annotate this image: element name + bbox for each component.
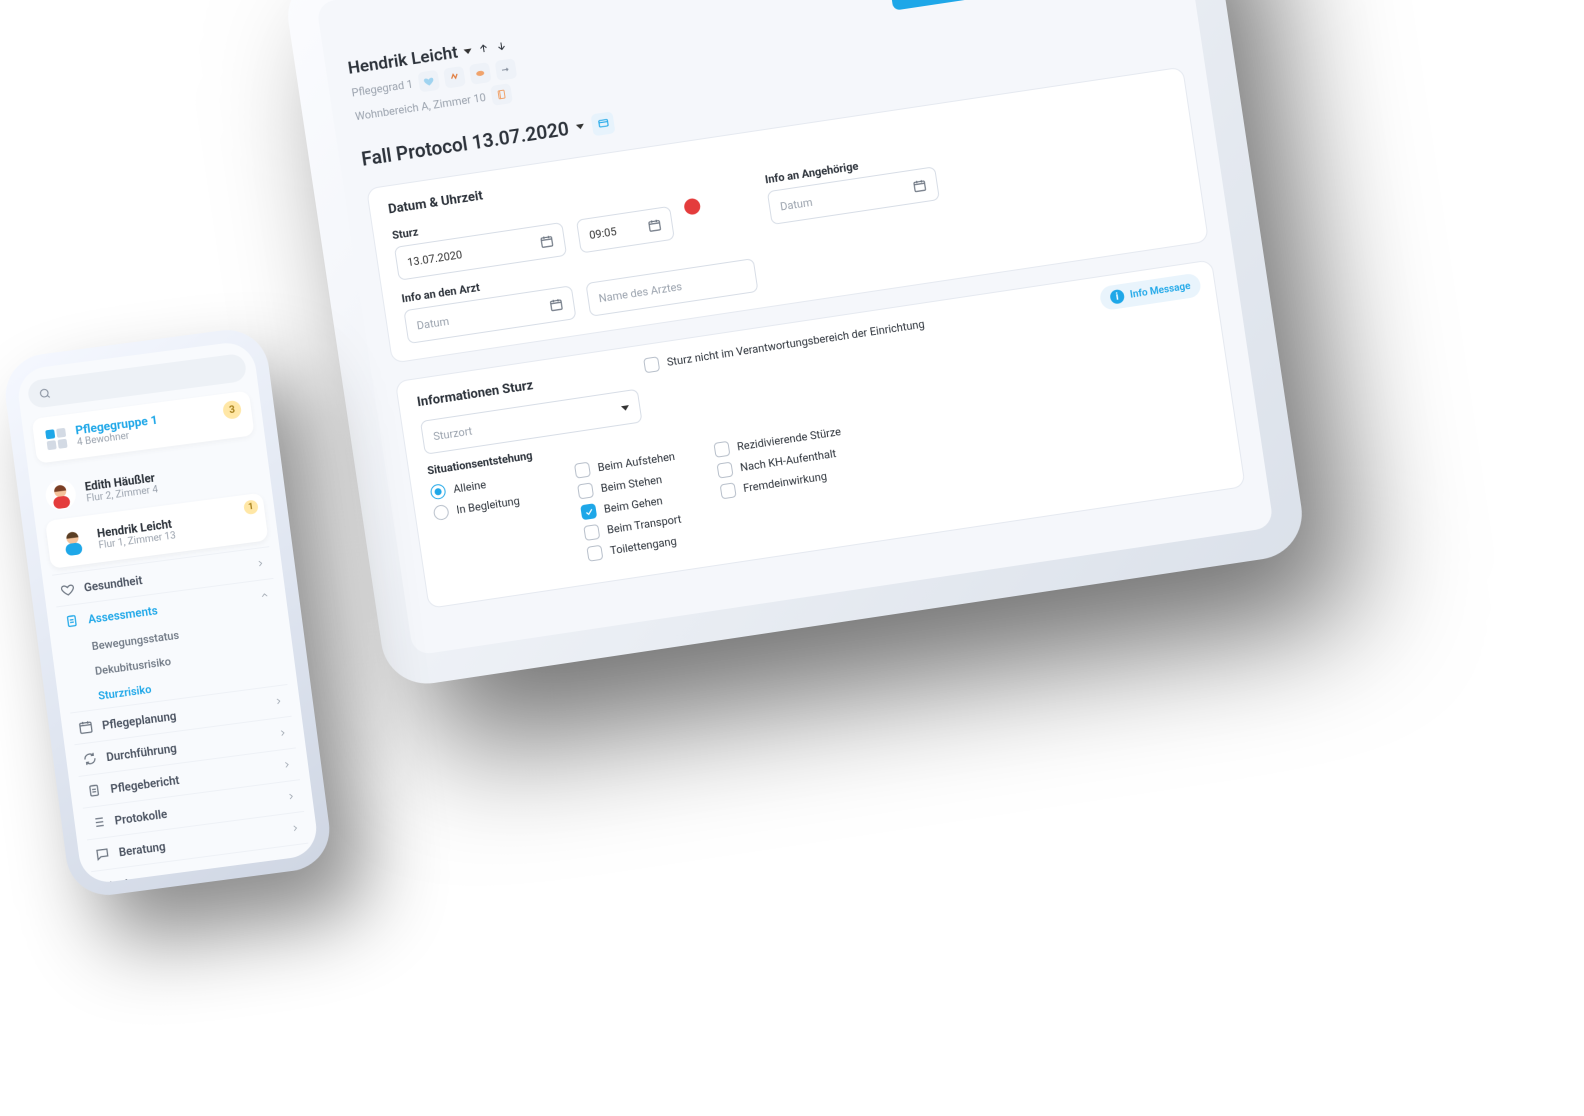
chevron-down-icon: [621, 405, 630, 411]
sidebar-nav: Gesundheit Assessments BewegungsstatusDe…: [52, 546, 312, 885]
sidebar-item-label: Durchführung: [105, 741, 177, 764]
calendar-icon: [548, 297, 564, 313]
arrow-down-icon[interactable]: [494, 39, 508, 53]
chevron-icon: [289, 821, 301, 836]
chevron-icon: [255, 556, 267, 571]
chevron-down-icon: [463, 48, 472, 54]
sidebar-item-label: Pflegeplanung: [101, 708, 177, 732]
info-message-pill[interactable]: i Info Message: [1099, 272, 1202, 311]
sidebar-item-label: Assessments: [87, 603, 158, 626]
calendar-icon: [647, 217, 663, 233]
list-icon: [90, 814, 107, 831]
search-icon: [38, 386, 53, 401]
grid-icon: [45, 427, 67, 449]
calendar-icon: [539, 233, 555, 249]
refresh-icon: [82, 750, 99, 767]
chart-icon: [98, 877, 115, 885]
info-icon: i: [1109, 289, 1125, 305]
external-checkbox-label: Sturz nicht im Verantwortungsbereich der…: [666, 318, 925, 369]
clipboard-icon: [63, 613, 80, 630]
status-chip-1[interactable]: [417, 70, 440, 93]
avatar: [44, 478, 78, 512]
sidebar-item-label: Protokolle: [114, 806, 168, 827]
calendar-icon: [912, 178, 928, 194]
sidebar-item-label: Pflegebericht: [110, 772, 181, 795]
arrow-up-icon[interactable]: [477, 42, 491, 56]
tablet-screen: Report New Fall Edit Fall Protocol Hendr…: [316, 0, 1274, 656]
clipboard-icon: [86, 782, 103, 799]
phone-screen: Pflegegruppe 1 4 Bewohner 3 Edith Häußle…: [15, 340, 320, 886]
heart-icon: [59, 581, 76, 598]
chevron-icon: [277, 726, 289, 741]
expand-icon[interactable]: [591, 111, 616, 136]
resident-badge: 1: [243, 499, 259, 515]
chevron-icon: [259, 588, 271, 603]
sidebar-item-label: Gesundheit: [83, 573, 143, 595]
chat-icon: [94, 846, 111, 863]
status-chip-4[interactable]: [494, 58, 517, 81]
sidebar-item-label: Auswertung: [122, 869, 186, 886]
avatar: [56, 525, 90, 559]
status-chip-5[interactable]: [490, 83, 513, 106]
pflegegrad-label: Pflegegrad 1: [351, 77, 414, 99]
chevron-icon: [273, 694, 285, 709]
chevron-down-icon: [576, 124, 585, 130]
tablet-device: Report New Fall Edit Fall Protocol Hendr…: [282, 0, 1308, 690]
sidebar-item-label: Beratung: [118, 839, 166, 859]
sturz-time-input[interactable]: 09:05: [576, 206, 675, 254]
phone-device: Pflegegruppe 1 4 Bewohner 3 Edith Häußle…: [1, 325, 335, 900]
status-chip-2[interactable]: [443, 66, 466, 89]
alert-badge-icon[interactable]: [683, 197, 701, 215]
calendar-icon: [77, 719, 94, 736]
chevron-icon: [285, 789, 297, 804]
group-badge: 3: [222, 400, 242, 420]
status-chip-3[interactable]: [469, 62, 492, 85]
chevron-icon: [281, 758, 293, 773]
external-checkbox[interactable]: [643, 356, 660, 373]
